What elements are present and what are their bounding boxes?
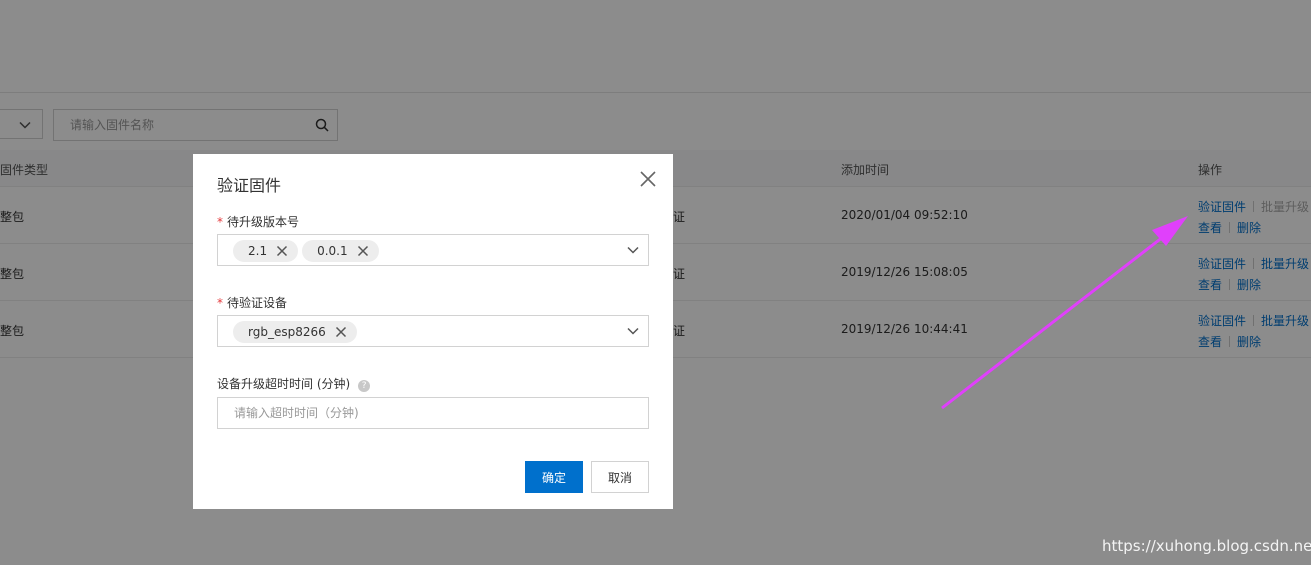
annotation-arrow-line bbox=[941, 228, 1173, 410]
annotation-arrow bbox=[941, 216, 1188, 410]
watermark: https://xuhong.blog.csdn.net bbox=[1102, 537, 1311, 555]
